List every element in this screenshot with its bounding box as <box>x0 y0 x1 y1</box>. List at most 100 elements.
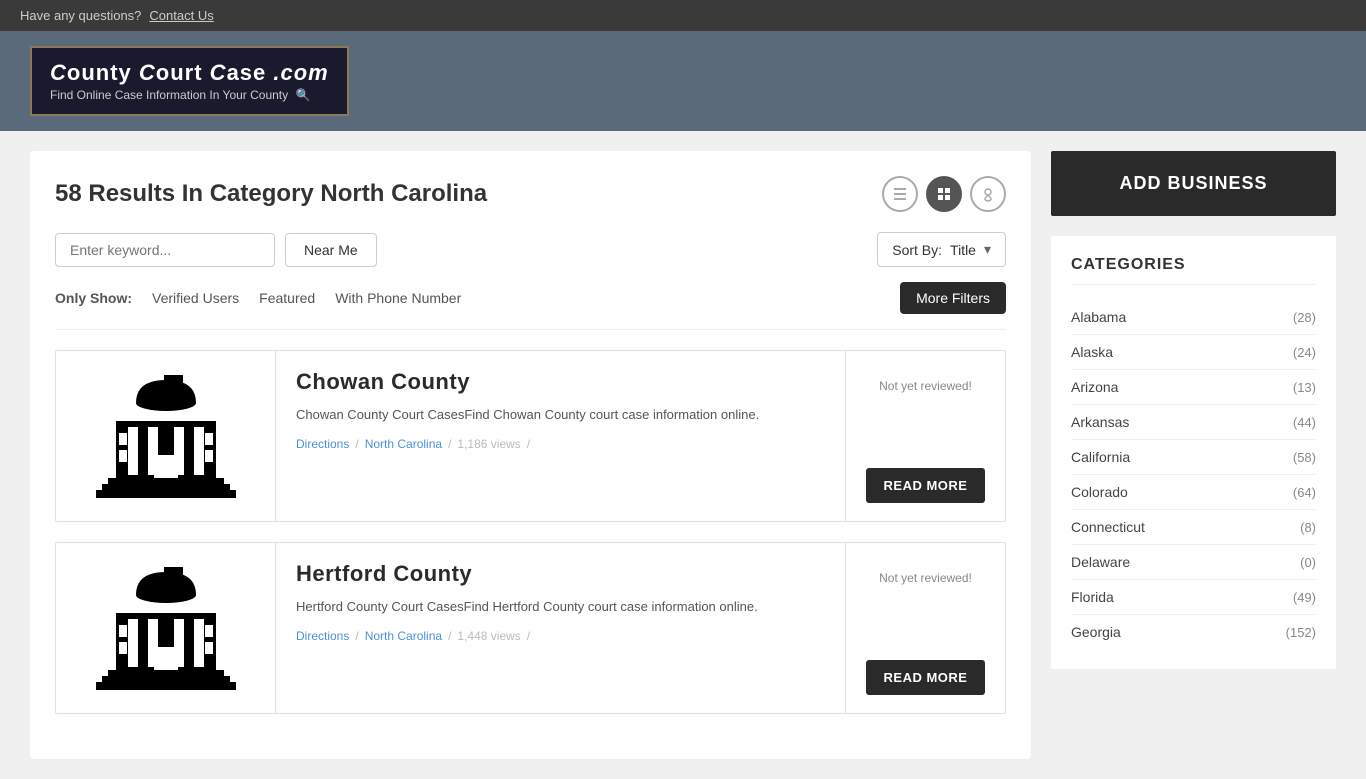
category-name: Florida <box>1071 589 1114 605</box>
meta-separator: / <box>527 629 530 643</box>
category-name: Colorado <box>1071 484 1128 500</box>
courthouse-svg <box>86 557 246 697</box>
category-name: Connecticut <box>1071 519 1145 535</box>
category-item[interactable]: Arizona (13) <box>1071 370 1316 405</box>
filter-featured[interactable]: Featured <box>259 290 315 306</box>
listing-description: Hertford County Court CasesFind Hertford… <box>296 597 825 617</box>
meta-separator: / <box>527 437 530 451</box>
listing-body: Hertford County Hertford County Court Ca… <box>276 543 845 713</box>
category-item[interactable]: Alabama (28) <box>1071 300 1316 335</box>
category-item[interactable]: Arkansas (44) <box>1071 405 1316 440</box>
search-bar: Near Me Sort By: Title ▾ <box>55 232 1006 267</box>
meta-separator: / <box>448 437 451 451</box>
header: County Court Case .com Find Online Case … <box>0 31 1366 131</box>
review-status: Not yet reviewed! <box>879 571 972 585</box>
main-wrapper: 58 Results In Category North Carolina <box>0 131 1366 779</box>
listing-meta: Directions / North Carolina / 1,186 view… <box>296 437 825 451</box>
category-name: Alaska <box>1071 344 1113 360</box>
listing-side: Not yet reviewed! READ MORE <box>845 351 1005 521</box>
list-view-button[interactable] <box>882 176 918 212</box>
grid-view-icon <box>936 186 952 202</box>
categories-box: CATEGORIES Alabama (28) Alaska (24) Ariz… <box>1051 236 1336 669</box>
listing-meta: Directions / North Carolina / 1,448 view… <box>296 629 825 643</box>
category-count: (13) <box>1293 380 1316 395</box>
listing-name: Chowan County <box>296 369 825 395</box>
map-view-button[interactable] <box>970 176 1006 212</box>
logo-subtitle: Find Online Case Information In Your Cou… <box>50 88 329 102</box>
category-item[interactable]: Alaska (24) <box>1071 335 1316 370</box>
listing-thumbnail <box>56 351 276 521</box>
listing-location-link[interactable]: North Carolina <box>365 437 442 451</box>
listings-container: Chowan County Chowan County Court CasesF… <box>55 350 1006 714</box>
sidebar: ADD BUSINESS CATEGORIES Alabama (28) Ala… <box>1051 151 1336 759</box>
review-status: Not yet reviewed! <box>879 379 972 393</box>
logo-title: County Court Case .com <box>50 60 329 86</box>
category-name: Georgia <box>1071 624 1121 640</box>
category-name: Arkansas <box>1071 414 1129 430</box>
list-view-icon <box>892 186 908 202</box>
category-name: Delaware <box>1071 554 1130 570</box>
courthouse-icon <box>86 557 246 700</box>
category-count: (24) <box>1293 345 1316 360</box>
category-count: (49) <box>1293 590 1316 605</box>
category-item[interactable]: California (58) <box>1071 440 1316 475</box>
contact-us-link[interactable]: Contact Us <box>149 8 213 23</box>
listing-location-link[interactable]: North Carolina <box>365 629 442 643</box>
listing-card: Hertford County Hertford County Court Ca… <box>55 542 1006 714</box>
category-count: (28) <box>1293 310 1316 325</box>
results-title: 58 Results In Category North Carolina <box>55 180 487 208</box>
sort-label: Sort By: <box>892 242 942 258</box>
categories-title: CATEGORIES <box>1071 256 1316 285</box>
listing-directions-link[interactable]: Directions <box>296 437 349 451</box>
sort-by-container[interactable]: Sort By: Title ▾ <box>877 232 1006 267</box>
category-name: Alabama <box>1071 309 1126 325</box>
category-name: Arizona <box>1071 379 1118 395</box>
listing-description: Chowan County Court CasesFind Chowan Cou… <box>296 405 825 425</box>
more-filters-button[interactable]: More Filters <box>900 282 1006 314</box>
category-name: California <box>1071 449 1130 465</box>
sort-arrow-icon: ▾ <box>984 241 991 258</box>
logo-emoji: 🔍 <box>295 88 310 102</box>
results-header: 58 Results In Category North Carolina <box>55 176 1006 212</box>
near-me-button[interactable]: Near Me <box>285 233 377 267</box>
grid-view-button[interactable] <box>926 176 962 212</box>
listing-views: 1,186 views <box>457 437 520 451</box>
read-more-button[interactable]: READ MORE <box>866 660 986 695</box>
add-business-button[interactable]: ADD BUSINESS <box>1051 151 1336 216</box>
category-count: (58) <box>1293 450 1316 465</box>
read-more-button[interactable]: READ MORE <box>866 468 986 503</box>
category-count: (64) <box>1293 485 1316 500</box>
category-item[interactable]: Connecticut (8) <box>1071 510 1316 545</box>
question-text: Have any questions? <box>20 8 141 23</box>
filter-verified-users[interactable]: Verified Users <box>152 290 239 306</box>
filter-bar: Only Show: Verified Users Featured With … <box>55 282 1006 330</box>
category-count: (152) <box>1286 625 1316 640</box>
courthouse-icon <box>86 365 246 508</box>
logo[interactable]: County Court Case .com Find Online Case … <box>30 46 349 116</box>
listing-thumbnail <box>56 543 276 713</box>
meta-separator: / <box>355 437 358 451</box>
top-bar: Have any questions? Contact Us <box>0 0 1366 31</box>
category-item[interactable]: Florida (49) <box>1071 580 1316 615</box>
sort-value: Title <box>950 242 976 258</box>
filter-with-phone[interactable]: With Phone Number <box>335 290 461 306</box>
content-area: 58 Results In Category North Carolina <box>30 151 1031 759</box>
courthouse-svg <box>86 365 246 505</box>
category-item[interactable]: Delaware (0) <box>1071 545 1316 580</box>
listing-name: Hertford County <box>296 561 825 587</box>
listing-card: Chowan County Chowan County Court CasesF… <box>55 350 1006 522</box>
category-count: (0) <box>1300 555 1316 570</box>
keyword-input[interactable] <box>55 233 275 267</box>
category-item[interactable]: Colorado (64) <box>1071 475 1316 510</box>
only-show-label: Only Show: <box>55 290 132 306</box>
categories-list: Alabama (28) Alaska (24) Arizona (13) Ar… <box>1071 300 1316 649</box>
listing-views: 1,448 views <box>457 629 520 643</box>
meta-separator: / <box>448 629 451 643</box>
category-item[interactable]: Georgia (152) <box>1071 615 1316 649</box>
listing-directions-link[interactable]: Directions <box>296 629 349 643</box>
map-view-icon <box>980 186 996 202</box>
category-count: (8) <box>1300 520 1316 535</box>
category-count: (44) <box>1293 415 1316 430</box>
listing-side: Not yet reviewed! READ MORE <box>845 543 1005 713</box>
meta-separator: / <box>355 629 358 643</box>
